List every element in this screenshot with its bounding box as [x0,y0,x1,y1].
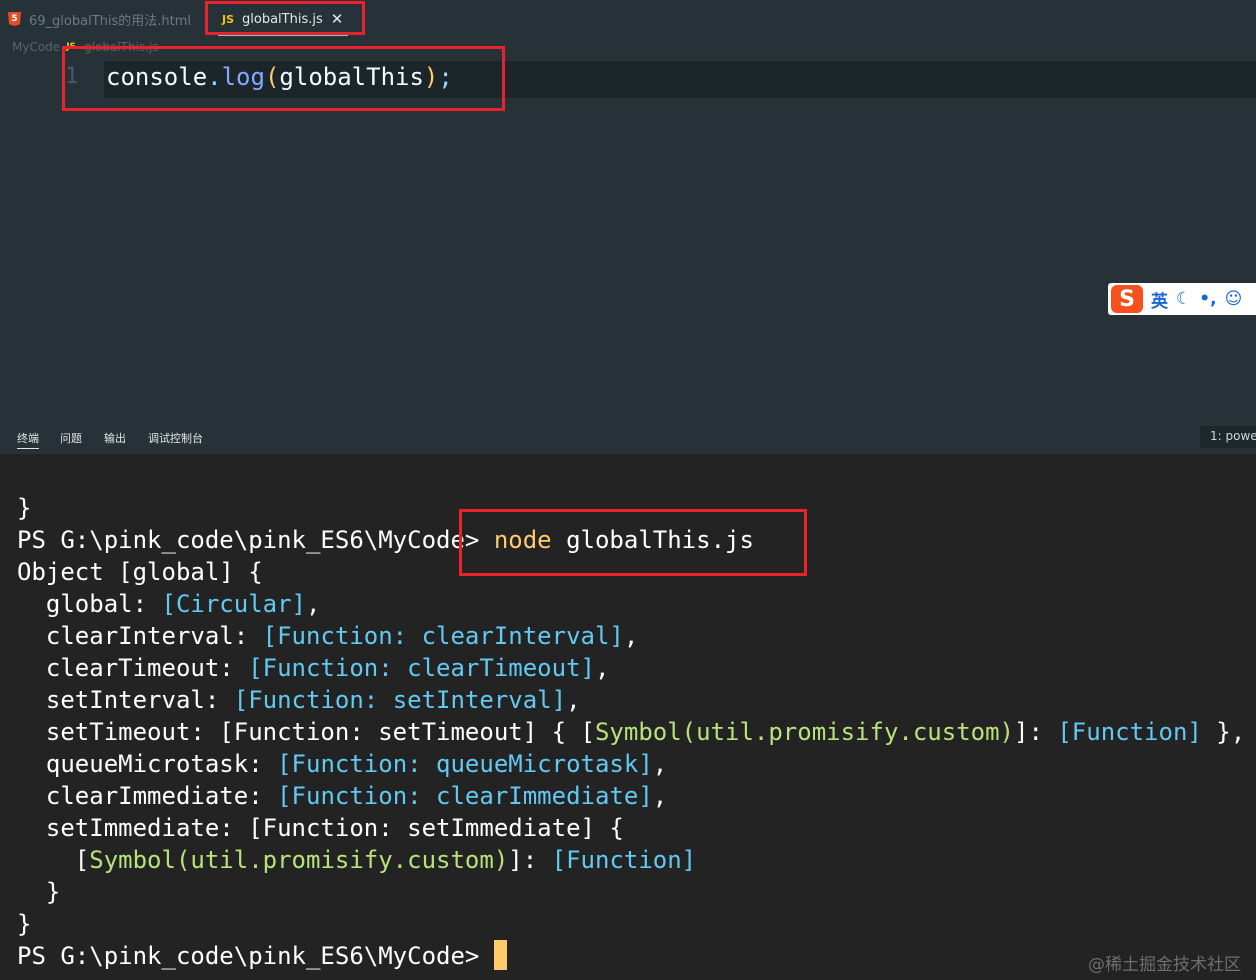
smiley-icon[interactable]: ☺ [1225,289,1243,309]
terminal-prompt: PS G:\pink_code\pink_ES6\MyCode> [17,526,480,554]
panel-header: 终端 问题 输出 调试控制台 1: powershell [0,418,1256,454]
terminal-line: setInterval: [Function: setInterval], [17,686,581,714]
terminal-line: setTimeout: [Function: setTimeout] { [Sy… [17,718,1246,746]
highlight-box-tab [205,1,365,35]
highlight-box-command [459,509,807,576]
tab-html-file[interactable]: 5 69_globalThis的用法.html [0,0,191,38]
terminal-line: global: [Circular], [17,590,321,618]
terminal-line: [Symbol(util.promisify.custom)]: [Functi… [17,846,697,874]
watermark: @稀土掘金技术社区 [1088,955,1241,975]
tab-debug-console[interactable]: 调试控制台 [148,430,203,446]
tab-terminal[interactable]: 终端 [17,430,39,449]
terminal-line: } [17,910,32,938]
terminal-line: clearInterval: [Function: clearInterval]… [17,622,639,650]
breadcrumb-folder[interactable]: MyCode [12,40,60,54]
terminal-line: Object [global] { [17,558,263,586]
tab-problems[interactable]: 问题 [60,430,82,446]
ime-language-toggle[interactable]: 英 [1151,287,1168,312]
sogou-logo-icon[interactable]: S [1111,285,1143,313]
terminal-line: clearTimeout: [Function: clearTimeout], [17,654,610,682]
terminal-line: setImmediate: [Function: setImmediate] { [17,814,624,842]
terminal-line: queueMicrotask: [Function: queueMicrotas… [17,750,668,778]
tab-label: 69_globalThis的用法.html [29,13,191,29]
moon-icon[interactable]: ☾ [1176,289,1191,309]
terminal-select[interactable]: 1: powershell [1200,426,1256,448]
html5-icon: 5 [8,12,21,26]
terminal-line: } [17,878,61,906]
editor-tab-bar: 5 69_globalThis的用法.html JS globalThis.js… [0,0,1256,38]
terminal-cursor [493,940,507,970]
tab-output[interactable]: 输出 [104,430,126,446]
code-editor[interactable]: 1 console.log(globalThis); [0,58,1256,416]
punctuation-icon[interactable]: •, [1199,289,1216,309]
terminal-prompt: PS G:\pink_code\pink_ES6\MyCode> [17,942,480,970]
ime-toolbar[interactable]: S 英 ☾ •, ☺ [1108,283,1256,315]
highlight-box-code [62,46,505,111]
terminal-line: clearImmediate: [Function: clearImmediat… [17,782,668,810]
terminal-prompt-line: PS G:\pink_code\pink_ES6\MyCode> [17,940,507,972]
terminal-line: } [17,494,32,522]
